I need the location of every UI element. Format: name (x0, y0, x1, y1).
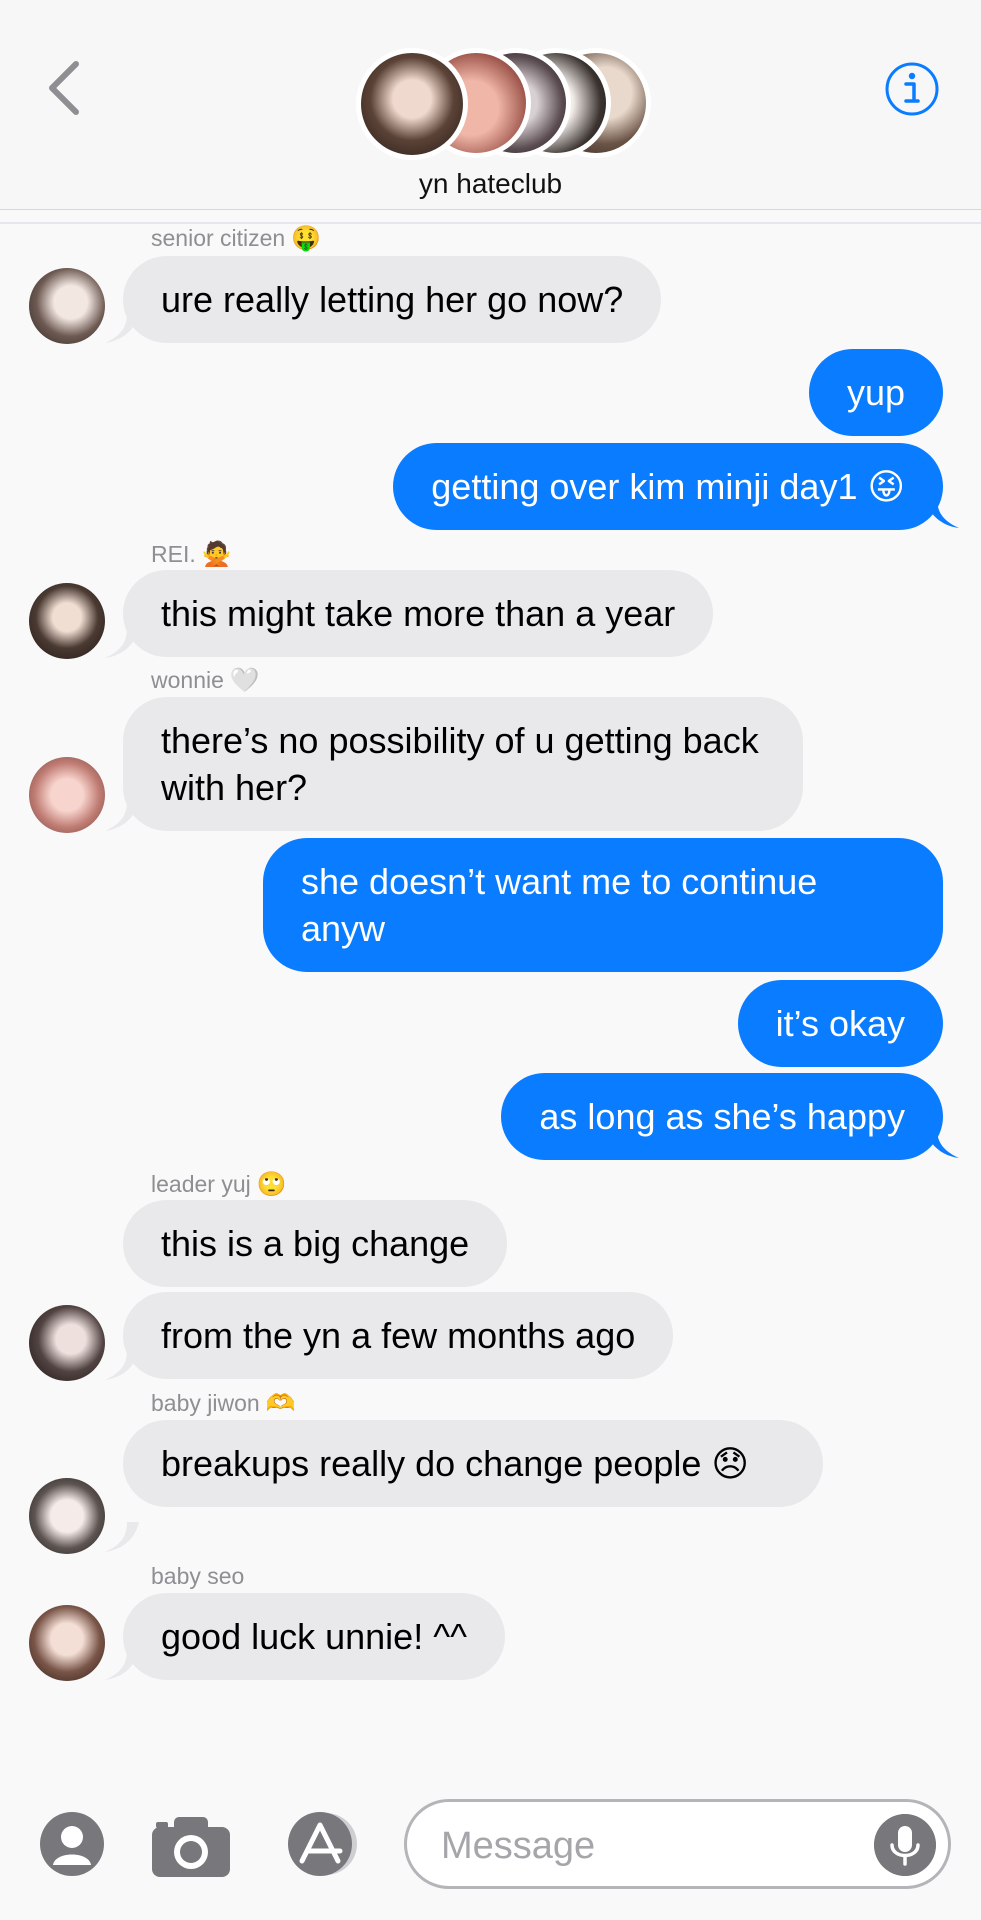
microphone-icon[interactable] (874, 1814, 936, 1876)
conversation-header: yn hateclub (0, 0, 981, 210)
avatar[interactable] (29, 757, 105, 833)
sender-emoji: 🙅 (201, 541, 232, 568)
outgoing-message[interactable]: she doesn’t want me to continue anyw (263, 838, 943, 972)
sender-label: wonnie (151, 667, 224, 693)
avatar[interactable] (29, 583, 105, 659)
group-name: yn hateclub (418, 168, 563, 199)
sender-label: senior citizen (151, 225, 286, 251)
avatar[interactable] (29, 1478, 105, 1554)
incoming-message[interactable]: this might take more than a year (123, 570, 714, 657)
avatar-icon[interactable] (39, 1811, 105, 1877)
incoming-message[interactable]: there’s no possibility of u getting back… (123, 697, 803, 831)
back-chevron-icon[interactable] (44, 58, 84, 118)
avatar[interactable] (29, 1305, 105, 1381)
sender-emoji: 🫶 (265, 1390, 296, 1417)
group-avatar-stack[interactable] (356, 48, 656, 160)
sender-name: baby jiwon 🫶 (151, 1389, 296, 1418)
outgoing-message[interactable]: getting over kim minji day1 😝 (393, 443, 943, 530)
outgoing-message[interactable]: it’s okay (737, 980, 943, 1067)
sender-label: baby jiwon (151, 1390, 260, 1416)
sender-name: REI. 🙅 (151, 540, 232, 569)
sender-label: REI. (151, 541, 196, 567)
avatar[interactable] (29, 1605, 105, 1681)
incoming-message[interactable]: good luck unnie! ^^ (123, 1593, 505, 1680)
message-field[interactable] (404, 1799, 951, 1889)
sender-name: senior citizen 🤑 (151, 224, 321, 253)
camera-icon[interactable] (150, 1815, 232, 1879)
sender-emoji: 🤑 (291, 225, 322, 252)
header-divider (0, 222, 981, 224)
avatar[interactable] (29, 268, 105, 344)
message-input[interactable] (441, 1820, 841, 1872)
sender-label: baby seo (151, 1563, 245, 1589)
incoming-message[interactable]: this is a big change (123, 1200, 508, 1287)
outgoing-message[interactable]: yup (808, 349, 943, 436)
sender-label: leader yuj (151, 1171, 251, 1197)
group-avatar-1 (356, 48, 468, 160)
sender-emoji: 🤍 (229, 667, 260, 694)
incoming-message[interactable]: ure really letting her go now? (123, 256, 662, 343)
bubble-tail (105, 1522, 139, 1552)
incoming-message[interactable]: breakups really do change people 😞 (123, 1420, 823, 1507)
sender-name: baby seo (151, 1563, 244, 1590)
app-store-icon[interactable] (280, 1811, 366, 1877)
sender-emoji: 🙄 (256, 1171, 287, 1198)
incoming-message[interactable]: from the yn a few months ago (123, 1292, 674, 1379)
sender-name: leader yuj 🙄 (151, 1170, 287, 1199)
sender-name: wonnie 🤍 (151, 666, 260, 695)
info-icon[interactable] (884, 61, 940, 117)
outgoing-message[interactable]: as long as she’s happy (501, 1073, 943, 1160)
